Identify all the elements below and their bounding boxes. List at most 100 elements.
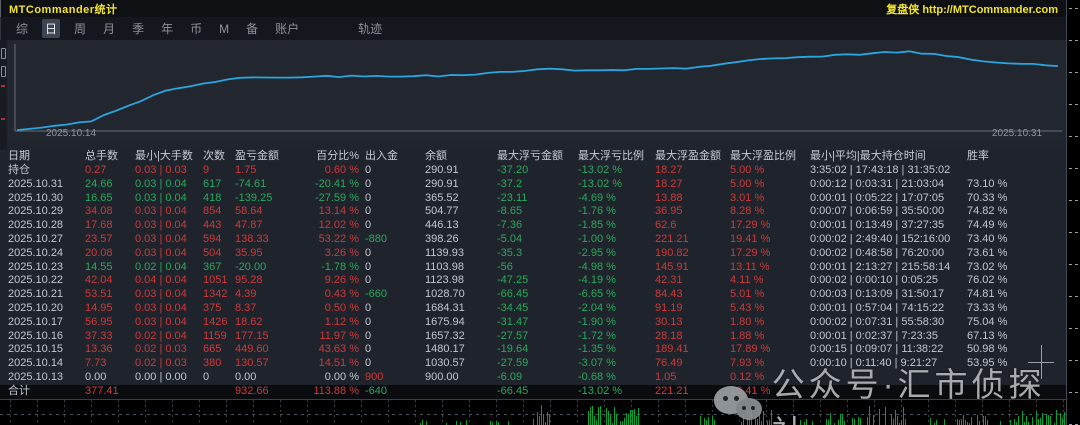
tab-2-日[interactable]: 日: [42, 19, 61, 38]
table-cell: 1426: [203, 315, 228, 328]
header-cell: 百分比%: [316, 150, 359, 163]
table-cell: 504.77: [425, 205, 459, 218]
panel-border: [1066, 0, 1067, 425]
tab-4-月[interactable]: 月: [100, 19, 118, 38]
table-cell: 1159: [203, 329, 227, 342]
table-cell: -20.00: [235, 260, 267, 273]
table-cell: 17.68: [85, 219, 113, 232]
header-cell: 余额: [425, 150, 447, 163]
table-cell: 0:00:02 | 0:07:31 | 55:58:30: [810, 315, 945, 328]
volume-bar: [539, 416, 540, 425]
table-row[interactable]: 2025.10.28 17.68 0.03 | 0.04 443 47.87 12.02 …: [0, 219, 1066, 233]
tab-9-备[interactable]: 备: [243, 19, 261, 38]
table-cell: 443: [203, 219, 222, 232]
tab-6-年[interactable]: 年: [158, 19, 176, 38]
table-cell: 2025.10.15: [8, 343, 64, 356]
grid-line-vertical: [145, 400, 146, 425]
volume-bar: [1042, 413, 1043, 425]
table-row[interactable]: 2025.10.14 7.73 0.02 | 0.03 380 130.57 14.51 …: [0, 357, 1066, 371]
table-cell: 0.02 | 0.03: [135, 343, 187, 356]
table-cell: 665: [203, 343, 222, 356]
table-cell: -23.11: [497, 191, 528, 204]
grid-dash: [1069, 392, 1078, 393]
volume-bar: [714, 420, 715, 425]
volume-bar: [743, 414, 744, 425]
table-cell: 16.65: [85, 191, 113, 204]
tab-7-币[interactable]: 币: [187, 19, 205, 38]
volume-bar: [840, 414, 841, 425]
table-row[interactable]: 2025.10.29 34.08 0.03 | 0.04 854 58.64 13.14 …: [0, 205, 1066, 219]
header-cell: 次数: [203, 150, 225, 163]
volume-bar: [596, 420, 597, 425]
grid-line-vertical: [928, 400, 929, 425]
table-row[interactable]: 2025.10.24 20.08 0.03 | 0.04 504 35.95 3.26 %…: [0, 247, 1066, 261]
table-row[interactable]: 2025.10.15 13.36 0.02 | 0.03 665 449.60 43.63…: [0, 343, 1066, 357]
table-row[interactable]: 2025.10.22 42.04 0.04 | 0.04 1051 95.28 9.26 …: [0, 274, 1066, 288]
table-cell: 145.91: [655, 260, 689, 273]
grid-line-vertical: [415, 400, 416, 425]
table-cell: 14.55: [85, 260, 113, 273]
table-cell: -8.65: [497, 205, 523, 218]
table-cell: 2025.10.13: [8, 370, 64, 383]
table-cell: 2025.10.20: [8, 301, 64, 314]
tab-11-轨迹[interactable]: 轨迹: [355, 19, 385, 38]
grid-line-vertical: [307, 400, 308, 425]
volume-bar: [628, 414, 629, 425]
table-cell: 0:00:01 | 0:57:04 | 74:15:22: [810, 301, 945, 314]
table-row[interactable]: 2025.10.23 14.55 0.02 | 0.04 367 -20.00 -1.78…: [0, 261, 1066, 275]
volume-bar: [543, 414, 544, 425]
brand-link[interactable]: 复盘侠 http://MTCommander.com: [886, 1, 1058, 17]
table-cell: 0: [365, 274, 372, 287]
table-cell: 0.03 | 0.03: [135, 164, 187, 176]
table-cell: 2025.10.14: [8, 357, 64, 370]
volume-bar: [771, 410, 772, 425]
grid-dash: [1069, 72, 1078, 73]
grid-dash: [1069, 328, 1078, 329]
table-row[interactable]: 2025.10.16 37.33 0.02 | 0.04 1159 177.15 11.9…: [0, 330, 1066, 344]
volume-bar: [549, 414, 550, 425]
table-row[interactable]: 持仓 0.27 0.03 | 0.03 9 1.75 0.60 % 0 290.91 -37.2…: [0, 164, 1066, 178]
volume-bar: [588, 411, 589, 425]
toolbar-fragment-mark: [1, 85, 5, 87]
table-cell: 53.22 %: [318, 232, 359, 245]
table-row[interactable]: 2025.10.20 14.95 0.03 | 0.04 375 8.37 0.50 % 0…: [0, 302, 1066, 316]
table-row[interactable]: 2025.10.30 16.65 0.03 | 0.04 418 -139.25 -27.…: [0, 192, 1066, 206]
table-cell: 1657.32: [425, 329, 465, 342]
table-cell: 0:00:01 | 2:13:27 | 215:58:14: [810, 260, 951, 273]
grid-dash: [1069, 136, 1078, 137]
table-cell: 2025.10.17: [8, 315, 64, 328]
table-cell: 138.33: [235, 232, 269, 245]
table-cell: 932.66: [235, 384, 269, 397]
table-cell: 1.05: [655, 370, 677, 383]
table-cell: 0.60 %: [324, 164, 359, 176]
tab-5-季[interactable]: 季: [129, 19, 147, 38]
tab-3-周[interactable]: 周: [71, 19, 89, 38]
table-cell: 17.29 %: [730, 219, 771, 232]
volume-bar: [854, 419, 855, 425]
volume-bar: [600, 406, 601, 425]
table-cell: 1684.31: [425, 301, 465, 314]
table-cell: 0.03 | 0.04: [135, 301, 187, 314]
table-row[interactable]: 2025.10.21 53.51 0.03 | 0.04 1342 4.39 0.43 %…: [0, 288, 1066, 302]
table-cell: 0: [365, 205, 372, 218]
volume-bar: [1000, 421, 1001, 425]
grid-line-vertical: [253, 400, 254, 425]
volume-bar: [1018, 416, 1019, 425]
table-cell: 13.14 %: [318, 205, 359, 218]
table-row[interactable]: 2025.10.17 56.95 0.03 | 0.04 1426 18.62 1.12 …: [0, 316, 1066, 330]
grid-dash: [1069, 104, 1078, 105]
tab-1-综[interactable]: 综: [13, 19, 31, 38]
tab-10-账户[interactable]: 账户: [272, 19, 302, 38]
table-cell: 0.00: [235, 370, 257, 383]
table-cell: -1.90 %: [578, 315, 616, 328]
table-cell: 221.21: [655, 232, 689, 245]
table-cell: -139.25: [235, 191, 273, 204]
table-cell: 380: [203, 357, 222, 370]
table-header-row: 日期 总手数 最小|大手数 次数 盈亏金额 百分比% 出入金 余额 最大浮亏金额 最大浮亏比例 最大…: [0, 150, 1066, 164]
table-row[interactable]: 2025.10.31 24.66 0.03 | 0.04 617 -74.61 -20.4…: [0, 178, 1066, 192]
tab-8-M[interactable]: M: [216, 21, 232, 37]
table-row[interactable]: 2025.10.27 23.57 0.03 | 0.04 594 138.33 53.22…: [0, 233, 1066, 247]
table-row[interactable]: 2025.10.13 0.00 0.00 | 0.00 0 0.00 0.00 % 900 9…: [0, 371, 1066, 385]
volume-bar: [828, 420, 829, 425]
table-cell: 2025.10.23: [8, 260, 64, 273]
